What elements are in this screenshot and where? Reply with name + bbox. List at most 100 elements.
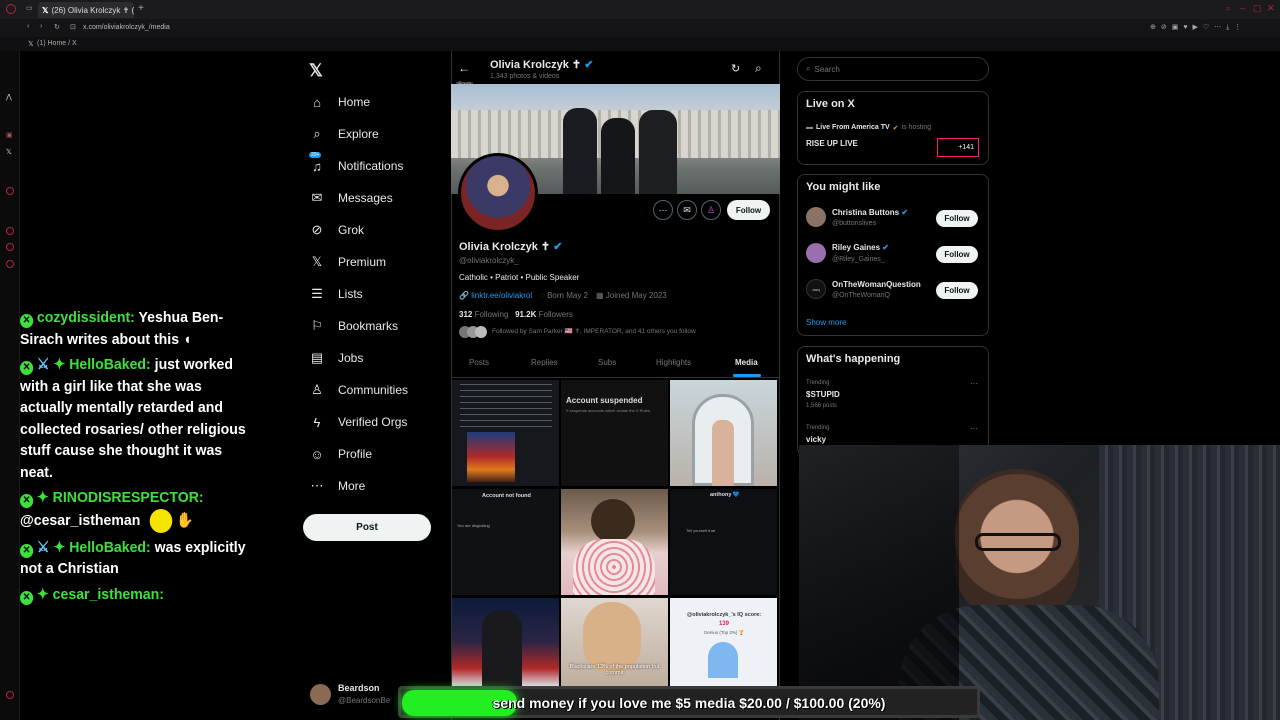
- sidebar-settings-icon[interactable]: [6, 260, 14, 268]
- follow-button[interactable]: Follow: [727, 200, 770, 220]
- x-logo-icon[interactable]: 𝕏: [309, 61, 323, 81]
- message-icon[interactable]: ✉: [677, 200, 697, 220]
- tab-list-icon[interactable]: ▭: [26, 4, 33, 12]
- back-icon[interactable]: ‹: [27, 23, 29, 30]
- media-thumb[interactable]: @oliviakrolczyk_'s IQ score: 139 Genius …: [670, 598, 777, 686]
- trend-title[interactable]: vicky: [806, 435, 826, 444]
- nav-premium[interactable]: 𝕏 Premium: [309, 251, 386, 273]
- follow-button[interactable]: Follow: [936, 246, 978, 263]
- media-thumb[interactable]: [670, 380, 777, 486]
- live-host-row[interactable]: ▬ Live From America TV ✔ is hosting: [806, 124, 931, 132]
- nav-home[interactable]: ⌂ Home: [309, 91, 370, 113]
- nav-profile[interactable]: ☺ Profile: [309, 443, 372, 465]
- minimize-icon[interactable]: –: [1240, 3, 1245, 13]
- bookmark-icon: ⚐: [311, 318, 323, 333]
- blacks-caption: Blacks are 13% of the population but com…: [569, 664, 660, 676]
- nav-more[interactable]: ⋯ More: [309, 475, 366, 497]
- search-input[interactable]: ⌕ Search: [797, 57, 989, 81]
- x-bookmark-icon[interactable]: 𝕏: [28, 40, 34, 48]
- search-icon[interactable]: ⌕: [1226, 3, 1231, 14]
- bookmark-home[interactable]: (1) Home / X: [37, 40, 77, 47]
- following-count[interactable]: 312: [459, 310, 472, 319]
- sidebar-chat-icon[interactable]: ▣: [6, 131, 13, 139]
- link-item[interactable]: 🔗 linktr.ee/oliviakrol: [459, 291, 532, 300]
- refresh-icon[interactable]: ↻: [731, 62, 740, 75]
- media-thumb[interactable]: [452, 380, 559, 486]
- tab-replies[interactable]: Replies: [531, 358, 558, 367]
- following-label[interactable]: Following: [475, 310, 509, 319]
- person-figure: [601, 118, 635, 194]
- sidebar-note-icon[interactable]: [6, 243, 14, 251]
- sidebar-history-icon[interactable]: [6, 187, 14, 195]
- profile-handle: @oliviakrolczyk_: [459, 256, 519, 265]
- media-thumb[interactable]: Blacks are 13% of the population but com…: [561, 598, 668, 686]
- clap-emote-icon: ✋: [176, 511, 194, 529]
- sidebar-a-icon[interactable]: ⋀: [6, 93, 12, 101]
- nav-jobs[interactable]: ▤ Jobs: [309, 347, 364, 369]
- suggestion-name[interactable]: OnTheWomanQuestion: [832, 280, 921, 289]
- profile-link[interactable]: linktr.ee/oliviakrol: [471, 291, 532, 300]
- show-more-link[interactable]: Show more: [806, 318, 846, 327]
- sidebar-x-icon[interactable]: 𝕏: [6, 148, 12, 156]
- media-thumb[interactable]: Account not found You are disgusting: [452, 489, 559, 595]
- live-listeners[interactable]: +141: [937, 138, 979, 157]
- account-avatar[interactable]: [310, 684, 331, 705]
- followed-by-text[interactable]: Followed by Sam Parker 🇺🇸 ✝, IMPERATOR, …: [492, 327, 777, 335]
- browser-tab-bar: ▭ 𝕏 (26) Olivia Krolczyk ✝ (@ + ⌕ – ▢ ✕: [0, 0, 1280, 19]
- tab-media[interactable]: Media: [735, 358, 758, 367]
- tab-highlights[interactable]: Highlights: [656, 358, 691, 367]
- reload-icon[interactable]: ↻: [54, 23, 60, 31]
- sidebar-help-icon[interactable]: [6, 691, 14, 699]
- close-icon[interactable]: ✕: [1267, 3, 1275, 14]
- profile-avatar[interactable]: [458, 153, 538, 233]
- media-thumb[interactable]: [561, 489, 668, 595]
- media-thumb[interactable]: Account suspended X suspends accounts wh…: [561, 380, 668, 486]
- nav-lists[interactable]: ☰ Lists: [309, 283, 363, 305]
- trend-more-icon[interactable]: ⋯: [970, 379, 978, 388]
- maximize-icon[interactable]: ▢: [1253, 3, 1262, 14]
- browser-tab[interactable]: 𝕏 (26) Olivia Krolczyk ✝ (@: [38, 2, 134, 18]
- trend-more-icon[interactable]: ⋯: [970, 424, 978, 433]
- live-show[interactable]: RISE UP LIVE: [806, 139, 858, 148]
- url-field[interactable]: x.com/oliviakrolczyk_/media: [83, 24, 170, 31]
- more-options-icon[interactable]: ⋯: [653, 200, 673, 220]
- nav-verified-orgs[interactable]: ϟ Verified Orgs: [309, 411, 408, 433]
- emote-icon: ◖: [182, 330, 192, 348]
- nav-communities[interactable]: ♙ Communities: [309, 379, 408, 401]
- toolbar-icons[interactable]: ⊕⊘▣♥▶♡⋯⤓⋮: [1150, 23, 1246, 32]
- back-arrow-icon[interactable]: ←: [458, 61, 470, 75]
- subscribe-icon[interactable]: ♙: [701, 200, 721, 220]
- followers-label[interactable]: Followers: [539, 310, 573, 319]
- nav-label: Premium: [338, 255, 387, 269]
- trend-title[interactable]: $STUPID: [806, 390, 840, 399]
- tab-subs[interactable]: Subs: [598, 358, 616, 367]
- notfound-title: Account not found: [482, 493, 531, 499]
- bookmarks-bar: 𝕏 (1) Home / X: [0, 37, 1280, 51]
- post-button[interactable]: Post: [303, 514, 431, 541]
- follow-button[interactable]: Follow: [936, 210, 978, 227]
- search-icon[interactable]: ⌕: [755, 61, 762, 76]
- new-tab-icon[interactable]: +: [138, 3, 144, 14]
- forward-icon[interactable]: ›: [40, 23, 42, 30]
- chat-text: @cesar_istheman: [20, 511, 141, 529]
- nav-messages[interactable]: ✉ Messages: [309, 187, 393, 209]
- sidebar-clock-icon[interactable]: [6, 227, 14, 235]
- nav-explore[interactable]: ⌕ Explore: [309, 123, 378, 145]
- suggestion-name[interactable]: Riley Gaines ✔: [832, 243, 889, 252]
- sword-badge-icon: ⚔: [36, 538, 50, 556]
- nav-notifications[interactable]: ♫ 20+ Notifications: [309, 152, 403, 177]
- tab-posts[interactable]: Posts: [469, 358, 489, 367]
- nav-bookmarks[interactable]: ⚐ Bookmarks: [309, 315, 398, 337]
- suggestion-name[interactable]: Christina Buttons ✔: [832, 208, 908, 217]
- follow-button[interactable]: Follow: [936, 282, 978, 299]
- suggestion-avatar[interactable]: [806, 243, 826, 263]
- media-thumb[interactable]: [452, 598, 559, 686]
- suggestion-avatar[interactable]: [806, 207, 826, 227]
- anthony-sub: Tell yourself that: [686, 528, 715, 533]
- account-name[interactable]: Beardson: [338, 683, 380, 693]
- suggestion-avatar[interactable]: owq: [806, 279, 826, 299]
- nav-grok[interactable]: ⊘ Grok: [309, 219, 364, 241]
- followers-count[interactable]: 91.2K: [515, 310, 536, 319]
- media-thumb[interactable]: anthony 💙 Tell yourself that: [670, 489, 777, 595]
- mail-icon: ✉: [311, 190, 323, 205]
